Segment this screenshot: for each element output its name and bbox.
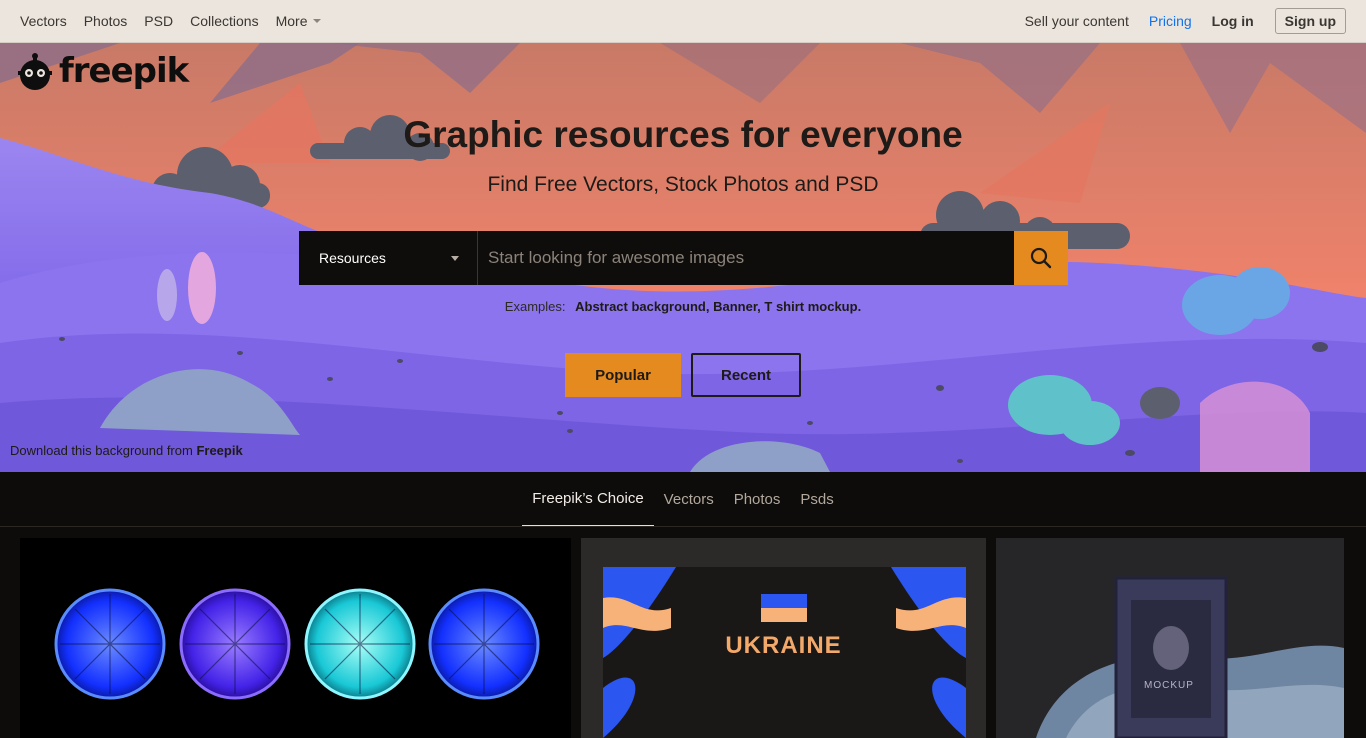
hero-title: Graphic resources for everyone xyxy=(403,114,963,155)
hero-section: freepik Graphic resources for everyone F… xyxy=(0,43,1366,472)
nav-collections-link[interactable]: Collections xyxy=(190,13,258,29)
search-type-label: Resources xyxy=(319,250,386,266)
gallery-card-ukraine-banner[interactable]: UKRAINE xyxy=(581,538,986,738)
gallery-card-neon-citrus[interactable] xyxy=(20,538,571,738)
frame-mockup-image xyxy=(996,538,1344,738)
nav-vectors-link[interactable]: Vectors xyxy=(20,13,67,29)
nav-photos-link[interactable]: Photos xyxy=(84,13,128,29)
nav-more-label: More xyxy=(275,13,308,29)
search-button[interactable] xyxy=(1014,231,1068,285)
freepik-logo-icon xyxy=(18,53,52,90)
hero-subtitle: Find Free Vectors, Stock Photos and PSD xyxy=(487,173,879,196)
search-icon xyxy=(1030,247,1052,269)
search-examples: Examples: Abstract background, Banner, T… xyxy=(0,299,1366,314)
nav-more-dropdown[interactable]: More xyxy=(276,13,322,29)
nav-psd-link[interactable]: PSD xyxy=(144,13,173,29)
tab-photos[interactable]: Photos xyxy=(724,472,791,526)
tab-psds[interactable]: Psds xyxy=(790,472,843,526)
search-input[interactable] xyxy=(478,231,1014,285)
credit-brand: Freepik xyxy=(196,443,243,458)
tab-freepiks-choice[interactable]: Freepik’s Choice xyxy=(522,472,654,526)
signup-button[interactable]: Sign up xyxy=(1274,8,1346,34)
logo-wordmark: freepik xyxy=(59,51,189,91)
search-type-dropdown[interactable]: Resources xyxy=(299,231,478,285)
login-link[interactable]: Log in xyxy=(1212,13,1254,29)
freepik-logo[interactable]: freepik xyxy=(15,51,189,93)
examples-list[interactable]: Abstract background, Banner, T shirt moc… xyxy=(575,299,861,314)
sell-content-link[interactable]: Sell your content xyxy=(1025,13,1129,29)
gallery-card-frame-mockup[interactable]: MOCKUP xyxy=(996,538,1344,738)
caret-down-icon xyxy=(313,19,322,23)
recent-button[interactable]: Recent xyxy=(691,353,801,397)
search-bar: Resources xyxy=(299,231,1068,285)
nav-right: Sell your content Pricing Log in Sign up xyxy=(1005,8,1346,34)
mockup-label: MOCKUP xyxy=(1144,680,1194,691)
examples-label: Examples: xyxy=(504,299,566,314)
caret-down-icon xyxy=(451,255,459,261)
nav-left: Vectors Photos PSD Collections More xyxy=(20,13,338,29)
popular-button[interactable]: Popular xyxy=(565,353,681,397)
top-nav: Vectors Photos PSD Collections More Sell… xyxy=(0,0,1366,43)
ukraine-title: UKRAINE xyxy=(725,632,842,659)
credit-prefix: Download this background from xyxy=(10,443,197,458)
pricing-link[interactable]: Pricing xyxy=(1149,13,1192,29)
content-tabs: Freepik’s Choice Vectors Photos Psds xyxy=(0,472,1366,527)
neon-citrus-image xyxy=(54,588,540,700)
background-credit[interactable]: Download this background from Freepik xyxy=(10,443,243,458)
tab-vectors[interactable]: Vectors xyxy=(654,472,724,526)
